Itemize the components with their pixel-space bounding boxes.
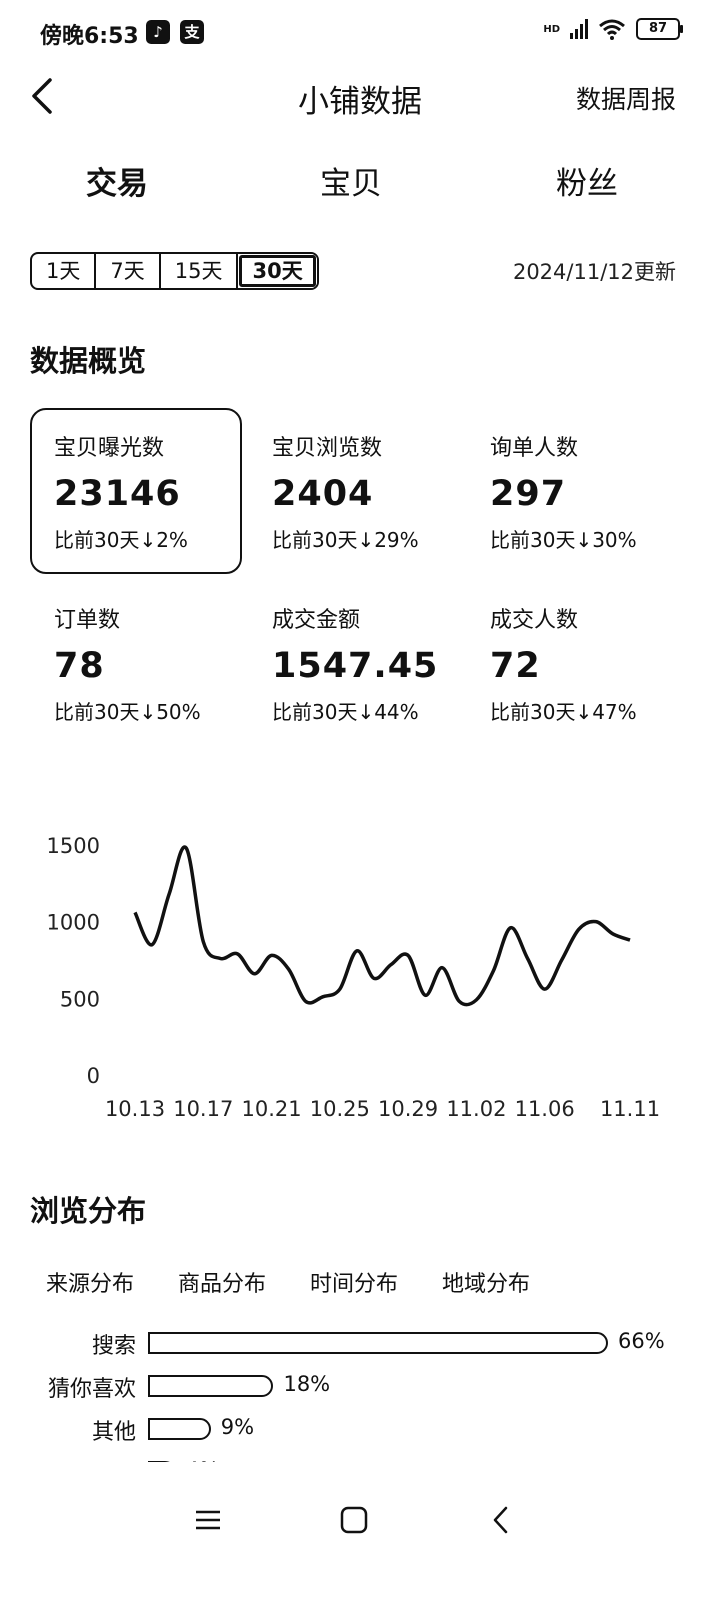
stat-value: 1547.45 [272, 646, 439, 686]
stat-exposure[interactable]: 宝贝曝光数 23146 比前30天↓2% [54, 430, 264, 553]
x-tick-label: 10.21 [241, 1097, 301, 1121]
browse-title: 浏览分布 [30, 1194, 147, 1228]
x-tick-label: 10.25 [310, 1097, 370, 1121]
y-tick-label: 1500 [47, 834, 100, 858]
stat-delta: 比前30天↓29% [272, 528, 419, 552]
stat-revenue[interactable]: 成交金额 1547.45 比前30天↓44% [272, 602, 482, 725]
x-tick-label: 11.06 [515, 1097, 575, 1121]
alipay-app-icon: 支 [180, 20, 204, 44]
stat-value: 72 [490, 646, 541, 686]
stat-delta: 比前30天↓50% [54, 700, 201, 724]
bar-label: 搜索 [91, 1334, 136, 1359]
battery-icon: 87 [636, 18, 683, 40]
period-1d[interactable]: 1天 [32, 254, 97, 288]
weekly-report-link[interactable]: 数据周报 [576, 80, 676, 116]
stat-value: 2404 [272, 474, 374, 514]
tiktok-app-icon: ♪ [146, 20, 170, 44]
stat-inquiries[interactable]: 询单人数 297 比前30天↓30% [490, 430, 700, 553]
status-time: 傍晚6:53 [40, 24, 139, 49]
stat-views[interactable]: 宝贝浏览数 2404 比前30天↓29% [272, 430, 482, 553]
bar-value: 9% [220, 1415, 255, 1439]
menu-icon[interactable] [188, 1500, 228, 1540]
stat-orders[interactable]: 订单数 78 比前30天↓50% [54, 602, 264, 725]
tab-time-distribution[interactable]: 时间分布 [310, 1266, 398, 1298]
series-line [133, 845, 631, 1007]
bar-label: 猜你喜欢 [47, 1377, 136, 1402]
bar-value: 66% [618, 1329, 665, 1353]
stat-label: 询单人数 [490, 436, 579, 461]
trend-chart: 0 500 1000 1500 10.13 10.17 10.21 10.25 10.29 11.… [47, 834, 661, 1121]
stat-value: 297 [490, 474, 567, 514]
stat-buyers[interactable]: 成交人数 72 比前30天↓47% [490, 602, 700, 725]
distribution-bar [148, 1375, 274, 1397]
tab-region-distribution[interactable]: 地域分布 [442, 1266, 530, 1298]
wifi-icon [599, 19, 625, 40]
battery-level: 87 [648, 21, 668, 36]
status-right-group: HD 87 [543, 18, 683, 40]
period-30d[interactable]: 30天 [238, 254, 317, 288]
stat-delta: 比前30天↓44% [272, 700, 419, 724]
stat-value: 78 [54, 646, 105, 686]
hd-label: HD [543, 23, 560, 35]
stat-delta: 比前30天↓47% [490, 700, 637, 724]
distribution-bar [148, 1332, 608, 1354]
updated-date: 2024/11/12更新 [512, 260, 676, 284]
stat-delta: 比前30天↓2% [54, 528, 188, 552]
stat-delta: 比前30天↓30% [490, 528, 637, 552]
tab-source-distribution[interactable]: 来源分布 [46, 1266, 134, 1298]
y-tick-label: 1000 [47, 911, 100, 935]
y-tick-label: 500 [60, 987, 100, 1011]
distribution-bar [148, 1418, 211, 1440]
stat-value: 23146 [54, 474, 181, 514]
bar-label: 其他 [91, 1420, 136, 1445]
tab-transaction[interactable]: 交易 [86, 158, 148, 203]
tab-product-distribution[interactable]: 商品分布 [178, 1266, 266, 1298]
period-15d[interactable]: 15天 [161, 254, 239, 288]
stat-label: 订单数 [54, 608, 121, 633]
bar-value: 18% [283, 1372, 331, 1396]
tab-items[interactable]: 宝贝 [320, 158, 382, 203]
signal-icon [570, 19, 588, 39]
stat-label: 宝贝浏览数 [272, 436, 383, 461]
stat-label: 成交金额 [272, 608, 361, 633]
x-tick-label: 11.11 [600, 1097, 660, 1121]
period-7d[interactable]: 7天 [96, 254, 161, 288]
tab-fans[interactable]: 粉丝 [556, 158, 618, 203]
x-tick-label: 10.29 [378, 1097, 438, 1121]
home-icon[interactable] [334, 1500, 374, 1540]
scroll-fade [0, 1462, 720, 1492]
stat-label: 成交人数 [490, 608, 579, 633]
overview-title: 数据概览 [30, 344, 147, 378]
stat-label: 宝贝曝光数 [54, 436, 165, 461]
x-tick-label: 10.13 [105, 1097, 165, 1121]
nav-back-icon[interactable] [482, 1500, 522, 1540]
period-selector: 1天 7天 15天 30天 [30, 252, 319, 290]
x-tick-label: 11.02 [446, 1097, 506, 1121]
y-tick-label: 0 [87, 1064, 100, 1088]
x-tick-label: 10.17 [173, 1097, 233, 1121]
